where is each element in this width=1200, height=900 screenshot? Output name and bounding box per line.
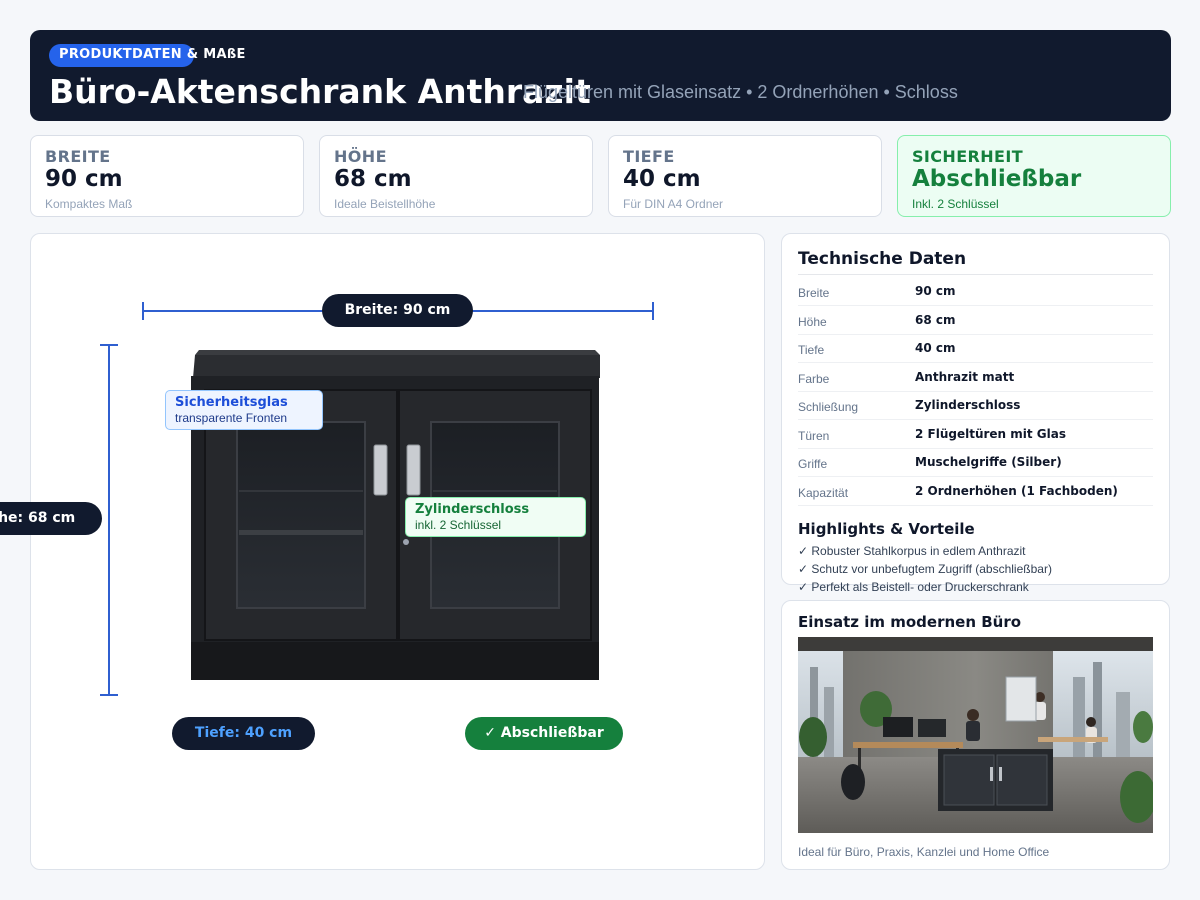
spec-value: Zylinderschloss <box>915 398 1021 412</box>
spec-row: Türen 2 Flügeltüren mit Glas <box>798 421 1153 449</box>
page-subtitle: Flügeltüren mit Glaseinsatz • 2 Ordnerhö… <box>523 82 958 102</box>
width-dimension-cap <box>142 302 144 320</box>
spec-value: Muschelgriffe (Silber) <box>915 455 1062 469</box>
spec-value: 90 cm <box>915 284 956 298</box>
callout-subtitle: transparente Fronten <box>175 411 288 425</box>
lock-callout: Zylinderschloss inkl. 2 Schlüssel <box>405 497 586 537</box>
header-banner: PRODUKTDATEN & MAßE Büro-Aktenschrank An… <box>30 30 1171 121</box>
spec-key: Farbe <box>798 372 830 386</box>
stat-card-height: HÖHE 68 cm Ideale Beistellhöhe <box>319 135 593 217</box>
spec-row: Tiefe 40 cm <box>798 335 1153 363</box>
stat-card-security: SICHERHEIT Abschließbar Inkl. 2 Schlüsse… <box>897 135 1171 217</box>
spec-value: Anthrazit matt <box>915 370 1015 384</box>
width-dimension-cap <box>652 302 654 320</box>
tech-data-panel: Technische Daten Breite 90 cm Höhe 68 cm… <box>781 233 1170 594</box>
stat-note: Kompaktes Maß <box>45 197 133 211</box>
category-badge-label: PRODUKTDATEN & MAßE <box>59 47 246 62</box>
spec-row: Griffe Muschelgriffe (Silber) <box>798 449 1153 477</box>
stat-note: Ideale Beistellhöhe <box>334 197 436 211</box>
spec-row: Schließung Zylinderschloss <box>798 392 1153 420</box>
spec-row: Breite 90 cm <box>798 278 1153 306</box>
callout-title: Sicherheitsglas <box>175 395 288 410</box>
stat-label: HÖHE <box>334 147 387 166</box>
lockable-label-pill: ✓ Abschließbar <box>465 717 623 750</box>
stat-note: Inkl. 2 Schlüssel <box>912 197 999 211</box>
height-label-text: Höhe: 68 cm <box>0 510 76 526</box>
width-label-pill: Breite: 90 cm <box>322 294 473 327</box>
spec-key: Schließung <box>798 400 859 414</box>
stat-label: SICHERHEIT <box>912 147 1024 166</box>
page-title: Büro-Aktenschrank Anthrazit <box>49 72 591 111</box>
usage-title: Einsatz im modernen Büro <box>798 613 1022 631</box>
spec-key: Breite <box>798 286 830 300</box>
highlight-item: ✓ Perfekt als Beistell- oder Druckerschr… <box>798 580 1029 594</box>
callout-subtitle: inkl. 2 Schlüssel <box>415 518 502 532</box>
highlight-item: ✓ Robuster Stahlkorpus in edlem Anthrazi… <box>798 544 1026 558</box>
height-dimension-line <box>108 345 110 695</box>
spec-key: Kapazität <box>798 486 849 500</box>
spec-row: Höhe 68 cm <box>798 307 1153 335</box>
highlight-item: ✓ Schutz vor unbefugtem Zugriff (abschli… <box>798 562 1052 576</box>
stat-value: 90 cm <box>45 166 123 192</box>
stat-card-depth: TIEFE 40 cm Für DIN A4 Ordner <box>608 135 882 217</box>
stat-label: TIEFE <box>623 147 675 166</box>
stat-note: Für DIN A4 Ordner <box>623 197 724 211</box>
spec-value: 2 Flügeltüren mit Glas <box>915 427 1067 441</box>
spec-key: Tiefe <box>798 343 825 357</box>
callout-title: Zylinderschloss <box>415 502 530 517</box>
spec-key: Griffe <box>798 457 828 471</box>
stat-value: 68 cm <box>334 166 412 192</box>
height-dimension-cap <box>100 694 118 696</box>
stat-label: BREITE <box>45 147 111 166</box>
divider <box>798 274 1153 275</box>
office-scene-image <box>798 637 1153 833</box>
spec-key: Türen <box>798 429 830 443</box>
stat-value: Abschließbar <box>912 166 1082 192</box>
spec-value: 68 cm <box>915 313 956 327</box>
height-dimension-cap <box>100 344 118 346</box>
spec-row: Kapazität 2 Ordnerhöhen (1 Fachboden) <box>798 478 1153 506</box>
stat-card-width: BREITE 90 cm Kompaktes Maß <box>30 135 304 217</box>
depth-label-pill: Tiefe: 40 cm <box>172 717 315 750</box>
highlights-title: Highlights & Vorteile <box>798 520 975 538</box>
tech-data-title: Technische Daten <box>798 249 967 269</box>
usage-caption: Ideal für Büro, Praxis, Kanzlei und Home… <box>798 845 1050 859</box>
spec-value: 2 Ordnerhöhen (1 Fachboden) <box>915 484 1118 498</box>
spec-key: Höhe <box>798 315 827 329</box>
height-label-pill: Höhe: 68 cm <box>0 502 102 535</box>
spec-row: Farbe Anthrazit matt <box>798 364 1153 392</box>
usage-panel: Einsatz im modernen Büro Ideal für Büro,… <box>781 600 1170 870</box>
spec-value: 40 cm <box>915 341 956 355</box>
stat-value: 40 cm <box>623 166 701 192</box>
glass-callout: Sicherheitsglas transparente Fronten <box>165 390 323 430</box>
office-photo <box>798 637 1153 833</box>
